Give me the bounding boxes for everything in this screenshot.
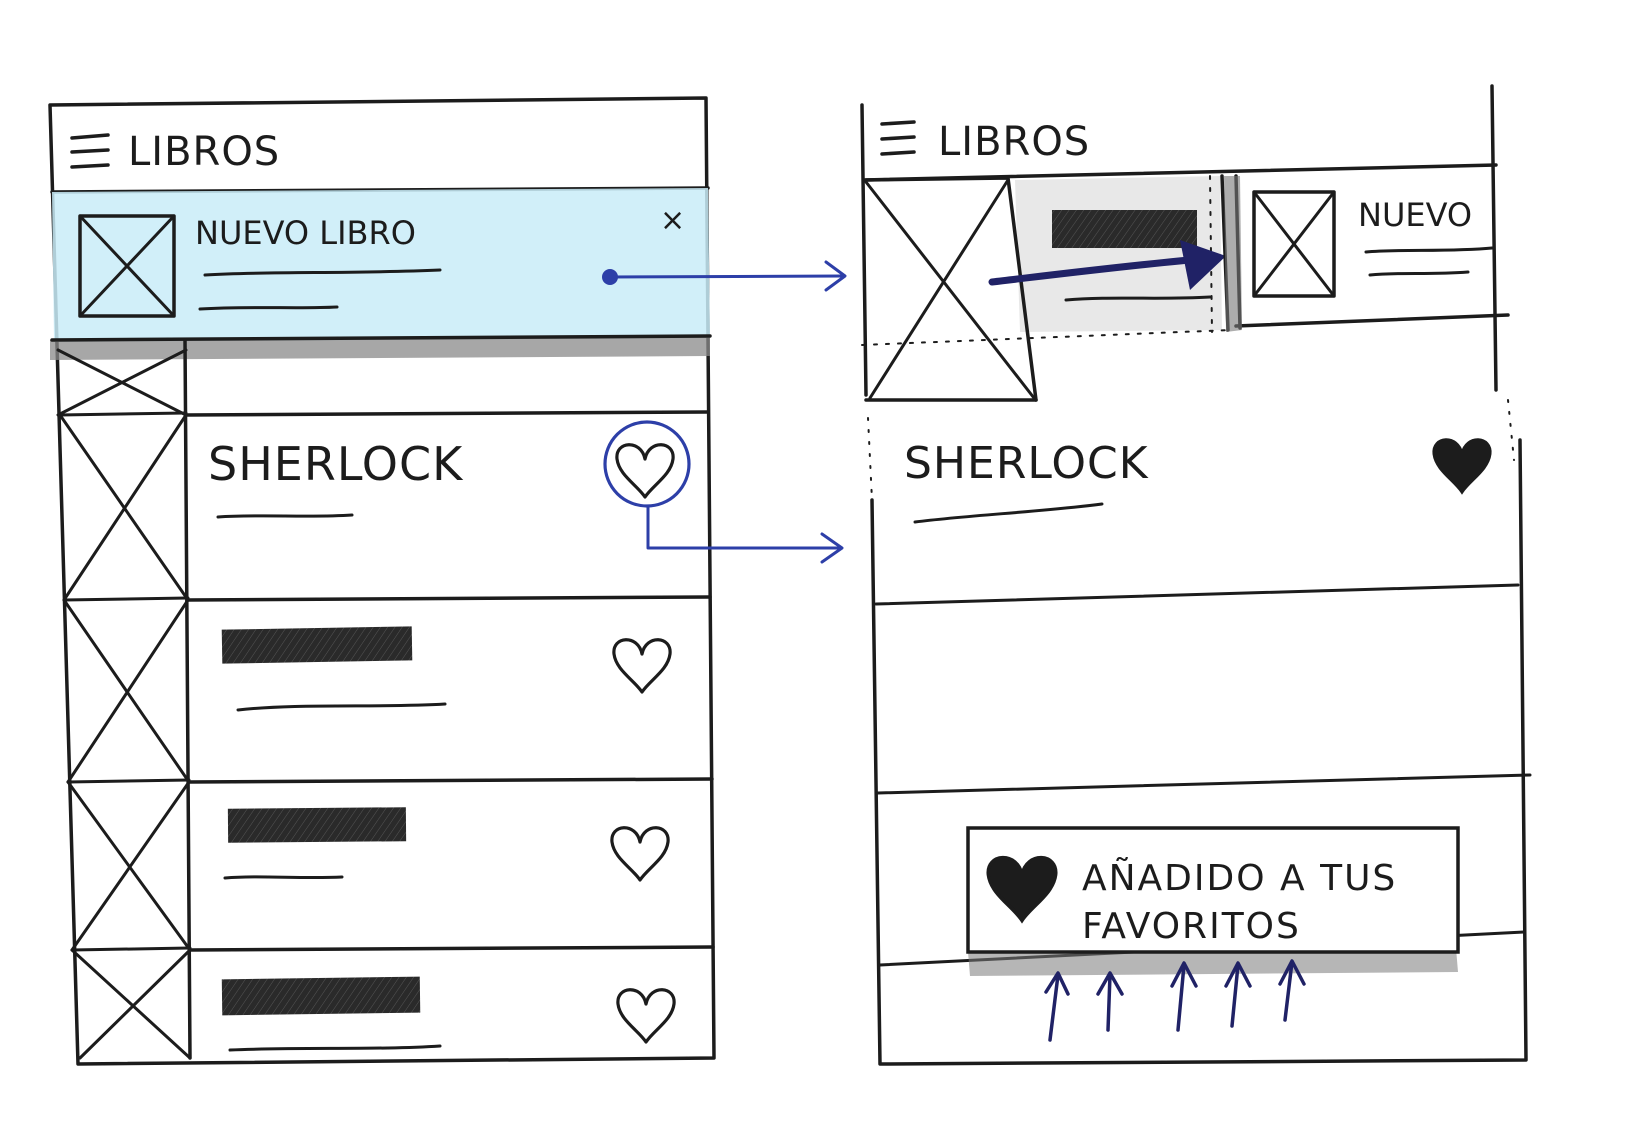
outgoing-banner — [861, 175, 1231, 402]
list-item[interactable]: SHERLOCK — [208, 420, 691, 519]
app-title: LIBROS — [128, 129, 280, 175]
list-item[interactable]: SHERLOCK — [874, 438, 1520, 606]
book-subtitle-line — [913, 502, 1104, 524]
heart-outline-icon[interactable] — [612, 638, 672, 694]
book-subtitle-line — [228, 1044, 442, 1052]
favorite-toast: AÑADIDO A TUS FAVORITOS — [966, 826, 1460, 976]
heart-outline-icon[interactable] — [616, 988, 676, 1044]
close-icon[interactable]: × — [660, 203, 685, 238]
book-cover-placeholder — [864, 176, 1038, 402]
banner-subtitle-line — [198, 305, 339, 311]
book-subtitle-line — [223, 875, 344, 880]
image-column — [56, 338, 192, 1060]
left-phone-screen: LIBROS NUEVO LIBRO × SHERLOCK — [48, 96, 716, 1066]
redacted-title-bar — [1052, 210, 1197, 248]
book-title: SHERLOCK — [208, 437, 464, 491]
list-item[interactable] — [223, 807, 670, 882]
arrow-heart-to-favorite — [646, 504, 844, 564]
hamburger-menu-icon[interactable] — [70, 133, 110, 169]
redacted-title-bar — [221, 626, 413, 664]
right-header: LIBROS — [862, 119, 1498, 182]
right-phone-screen: LIBROS NUEVO SHERLOCK AÑADIDO A TUS FAVO… — [860, 84, 1532, 1066]
heart-outline-icon[interactable] — [610, 826, 670, 882]
toast-line-2: FAVORITOS — [1082, 906, 1301, 947]
heart-filled-icon[interactable] — [1432, 438, 1492, 494]
app-title: LIBROS — [938, 119, 1090, 165]
left-header: LIBROS — [50, 129, 710, 194]
book-title: SHERLOCK — [904, 438, 1149, 489]
book-subtitle-line — [216, 513, 354, 519]
list-item[interactable] — [221, 626, 672, 712]
list-item[interactable] — [221, 976, 676, 1052]
redacted-title-bar — [221, 976, 421, 1016]
redacted-title-bar — [227, 807, 407, 843]
book-subtitle-line — [236, 702, 447, 712]
banner-title: NUEVO LIBRO — [195, 214, 416, 252]
book-cover-placeholder — [1252, 190, 1336, 298]
wireframe-sketch: LIBROS NUEVO LIBRO × SHERLOCK LIBROS NUE… — [48, 84, 1532, 1066]
toast-line-1: AÑADIDO A TUS — [1082, 857, 1397, 899]
sliding-new-book-card[interactable]: NUEVO — [1220, 174, 1510, 332]
card-title: NUEVO — [1358, 196, 1472, 234]
hamburger-menu-icon[interactable] — [880, 120, 916, 156]
heart-outline-icon[interactable] — [615, 443, 675, 499]
